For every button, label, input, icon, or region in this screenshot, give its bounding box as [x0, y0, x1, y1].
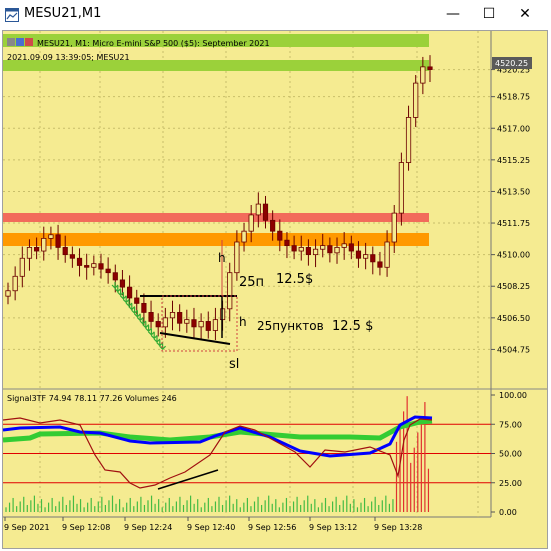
indicator-tick-label: 75.00: [499, 420, 522, 429]
candle-body: [134, 297, 140, 304]
candle-body: [69, 254, 75, 259]
candle-body: [12, 275, 18, 292]
annotation-h-lower: h: [239, 315, 247, 329]
candle-body: [427, 66, 433, 70]
time-axis: 9 Sep 2021 9 Sep 12:08 9 Sep 12:24 9 Sep 12…: [4, 517, 422, 532]
candle-body: [55, 234, 61, 248]
candle-body: [105, 268, 111, 274]
candle-body: [391, 212, 397, 243]
candle-body: [405, 117, 412, 163]
candle-body: [5, 290, 11, 297]
candle-body: [177, 312, 183, 324]
indicator-tick-label: 100.00: [499, 391, 527, 400]
candle-body: [370, 254, 376, 263]
candle-body: [305, 247, 312, 256]
candle-body: [277, 230, 283, 241]
candle-body: [84, 265, 90, 268]
price-tick-label: 4508.25: [497, 282, 530, 291]
candle-body: [48, 234, 54, 239]
time-tick-label: 9 Sep 12:56: [248, 523, 296, 532]
candle-body: [363, 254, 369, 259]
candle-body: [184, 319, 190, 324]
candle-body: [270, 219, 276, 232]
annotation-25p: 25п: [239, 275, 264, 290]
time-tick-label: 9 Sep 2021: [4, 523, 50, 532]
annotation-12-5-s: 12.5 $: [332, 319, 373, 334]
candle-body: [169, 312, 176, 319]
candle-body: [112, 272, 118, 281]
candle-body: [205, 321, 211, 331]
chart-type-icon: [25, 38, 33, 46]
candle-body: [248, 214, 254, 232]
candle-body: [198, 321, 204, 328]
candle-body: [26, 247, 33, 259]
candle-body: [126, 286, 133, 299]
candle-body: [212, 319, 219, 331]
candle-body: [62, 247, 68, 256]
candle-body: [320, 245, 326, 250]
chart-header-info: MESU21, M1: Micro E-mini S&P 500 ($5): S…: [37, 39, 270, 48]
indicator-tick-label: 25.00: [499, 479, 522, 488]
candle-body: [227, 272, 233, 310]
candle-body: [384, 241, 390, 268]
candle-body: [355, 250, 362, 259]
price-tick-label: 4504.75: [497, 345, 530, 354]
candle-body: [19, 257, 25, 277]
candle-body: [234, 241, 240, 274]
time-tick-label: 9 Sep 13:12: [309, 523, 357, 532]
candle-body: [98, 263, 104, 270]
indicator-header: Signal3TF 74.94 78.11 77.26 Volumes 246: [7, 394, 177, 403]
time-tick-label: 9 Sep 13:28: [374, 523, 422, 532]
price-tick-label: 4511.75: [497, 219, 530, 228]
chart-type-icon: [7, 38, 15, 46]
annotation-sl: sl: [229, 357, 239, 372]
price-tick-label: 4506.50: [497, 314, 530, 323]
candle-body: [141, 302, 147, 313]
chart-header-timestamp: 2021.09.09 13:39:05; MESU21: [7, 53, 130, 62]
candle-body: [76, 257, 83, 266]
annotation-25-points: 25пунктов: [257, 319, 324, 333]
price-tick-label: 4517.00: [497, 124, 530, 133]
candle-body: [312, 248, 319, 256]
candle-body: [255, 203, 261, 216]
candle-body: [420, 66, 426, 84]
candle-body: [341, 243, 347, 248]
zone-red: [3, 213, 429, 222]
candle-body: [41, 237, 47, 252]
candle-body: [155, 321, 161, 328]
candle-body: [327, 245, 333, 254]
candle-body: [119, 279, 126, 288]
price-tick-label: 4515.25: [497, 156, 530, 165]
candle-body: [413, 82, 419, 118]
indicator-tick-label: 50.00: [499, 450, 522, 459]
candle-body: [291, 245, 297, 252]
price-tick-label: 4510.00: [497, 251, 530, 260]
candle-body: [298, 247, 304, 252]
candle-body: [284, 239, 290, 247]
price-tick-label: 4518.75: [497, 93, 530, 102]
time-tick-label: 9 Sep 12:08: [62, 523, 110, 532]
candle-body: [241, 230, 247, 243]
candle-body: [262, 203, 269, 221]
candle-body: [191, 319, 197, 328]
candle-body: [398, 162, 404, 214]
annotation-h-upper: h: [218, 251, 226, 265]
current-price-label: 4520.25: [495, 59, 528, 68]
candle-body: [34, 247, 40, 252]
candle-body: [148, 312, 154, 322]
price-tick-label: 4513.50: [497, 187, 530, 196]
candle-body: [348, 243, 354, 252]
time-tick-label: 9 Sep 12:24: [124, 523, 172, 532]
chart-canvas[interactable]: MESU21, M1: Micro E-mini S&P 500 ($5): S…: [0, 0, 551, 551]
candle-body: [334, 247, 340, 254]
zone-orange: [3, 233, 429, 246]
chart-type-icon: [16, 38, 24, 46]
time-tick-label: 9 Sep 12:40: [187, 523, 235, 532]
candle-body: [377, 261, 383, 268]
candle-body: [162, 317, 168, 328]
indicator-tick-label: 0.00: [499, 508, 517, 517]
candle-body: [91, 263, 97, 268]
price-axis-area: [491, 31, 547, 520]
annotation-12-5: 12.5$: [276, 272, 313, 287]
